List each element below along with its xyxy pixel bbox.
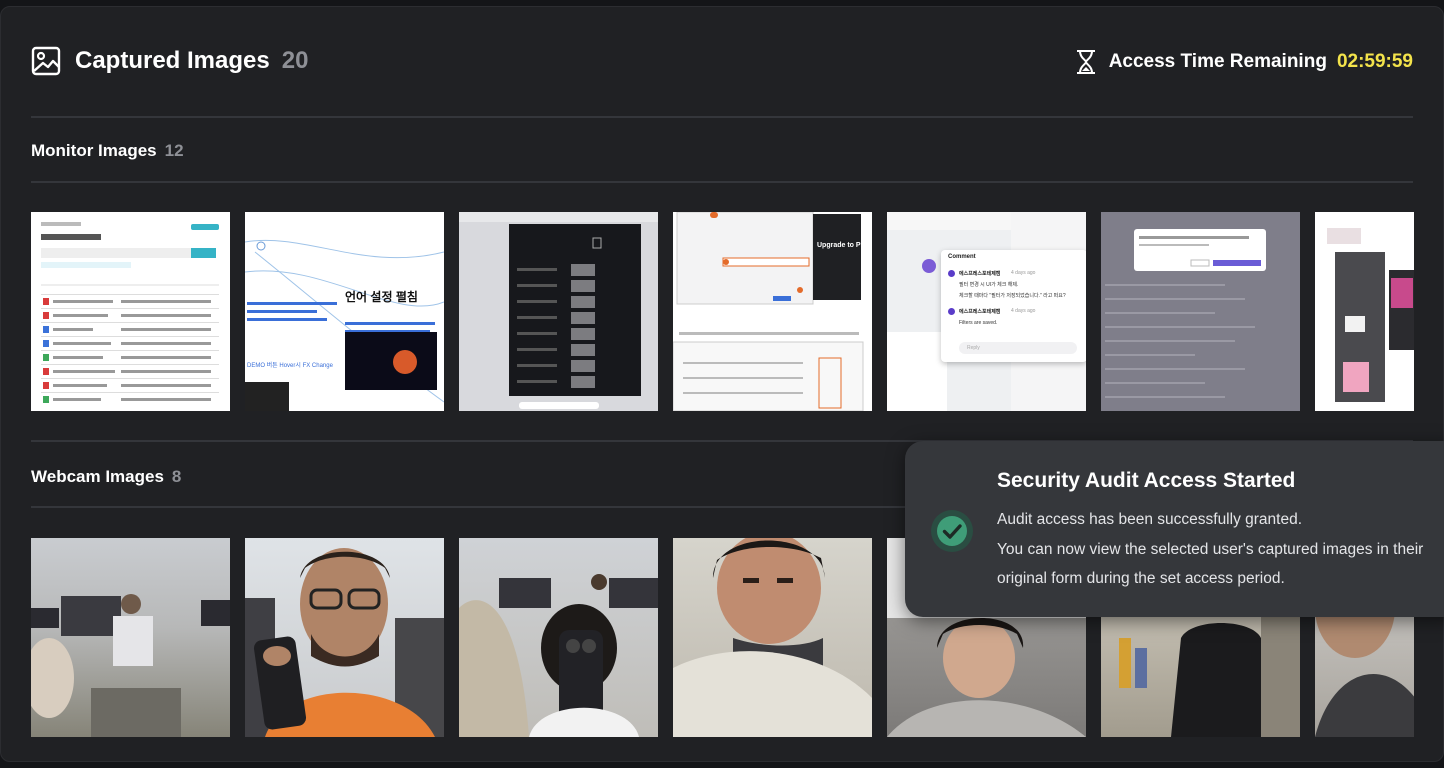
webcam-office-photo [31, 594, 230, 737]
toast-message-line-2: You can now view the selected user's cap… [997, 541, 1424, 558]
webcam-closeup-photo [673, 538, 872, 737]
monitor-count: 12 [164, 141, 184, 160]
comment-line-3: Filters are saved. [959, 320, 998, 326]
commenter-avatar [948, 270, 955, 277]
webcam-phone-photo [459, 574, 658, 737]
header-divider [31, 116, 1413, 118]
monitor-thumb-5[interactable]: Comment 에스프레스포테제캠 4 days ago 필터 변경 시 UI가… [887, 212, 1086, 411]
comment-line-2: 체크할 때마다 "필터가 저장되었습니다." 라고 떠요? [959, 293, 1066, 299]
thumb-link-text: DEMO 버튼 Hover시 FX Change [247, 363, 333, 369]
dialog-screenshot [1101, 212, 1300, 411]
total-count: 20 [281, 47, 309, 74]
toast-title: Security Audit Access Started [997, 469, 1296, 492]
timer-value: 02:59:59 [1336, 51, 1413, 72]
comment-line-1: 필터 변경 시 UI가 체크 해제. [959, 282, 1019, 288]
monitor-image-grid: 언어 설정 펼침 DEMO 버튼 Hover시 FX Change Upgrad… [31, 212, 1414, 411]
check-circle-icon [931, 510, 973, 552]
webcam-thumb-1[interactable] [31, 538, 230, 737]
timer-label: Access Time Remaining [1108, 51, 1327, 72]
page-header: Captured Images 20 Access Time Remaining … [31, 45, 1413, 81]
monitor-section-title: Monitor Images 12 [31, 141, 184, 161]
monitor-divider [31, 181, 1413, 183]
monitor-thumb-1[interactable] [31, 212, 230, 411]
commenter-name: 에스프레스포테제캠 [959, 271, 1001, 277]
webcam-thumb-2[interactable] [245, 538, 444, 737]
toast-message-line-3: original form during the set access peri… [997, 570, 1285, 587]
comment-title: Comment [948, 254, 976, 260]
captured-images-panel: Captured Images 20 Access Time Remaining … [0, 6, 1444, 762]
webcam-count: 8 [171, 467, 182, 486]
monitor-thumb-6[interactable] [1101, 212, 1300, 411]
toast-message-line-1: Audit access has been successfully grant… [997, 511, 1303, 528]
document-list-screenshot [31, 212, 230, 411]
page-title: Captured Images 20 [75, 47, 308, 75]
whiteboard-screenshot [245, 212, 444, 411]
image-icon [31, 46, 61, 76]
reply-placeholder: Reply [967, 345, 980, 351]
webcam-thumb-3[interactable] [459, 538, 658, 737]
comment-time-2: 4 days ago [1011, 308, 1036, 314]
hourglass-icon [1076, 50, 1095, 74]
monitor-thumb-2[interactable]: 언어 설정 펼침 DEMO 버튼 Hover시 FX Change [245, 212, 444, 411]
thumb-heading-text: 언어 설정 펼침 [345, 290, 418, 304]
webcam-person-photo [245, 548, 444, 737]
webcam-thumb-4[interactable] [673, 538, 872, 737]
dark-app-screenshot [459, 212, 658, 411]
comment-popup: Comment 에스프레스포테제캠 4 days ago 필터 변경 시 UI가… [941, 250, 1086, 362]
reply-input[interactable]: Reply [959, 342, 1077, 354]
access-timer: Access Time Remaining 02:59:59 [1075, 49, 1413, 75]
monitor-thumb-7[interactable] [1315, 212, 1414, 411]
monitor-thumb-3[interactable] [459, 212, 658, 411]
upgrade-text: Upgrade to Pro [817, 242, 868, 249]
page-title-text: Captured Images [75, 47, 270, 74]
mobile-design-screenshot [1315, 212, 1414, 411]
monitor-thumb-4[interactable]: Upgrade to Pro [673, 212, 872, 411]
access-started-toast: Security Audit Access Started Audit acce… [905, 441, 1444, 617]
comment-time: 4 days ago [1011, 270, 1036, 276]
webcam-section-title: Webcam Images 8 [31, 467, 181, 487]
monitor-section-label: Monitor Images [31, 141, 157, 160]
webcam-section-label: Webcam Images [31, 467, 164, 486]
commenter-avatar-2 [948, 308, 955, 315]
commenter-name-2: 에스프레스포테제캠 [959, 309, 1001, 315]
